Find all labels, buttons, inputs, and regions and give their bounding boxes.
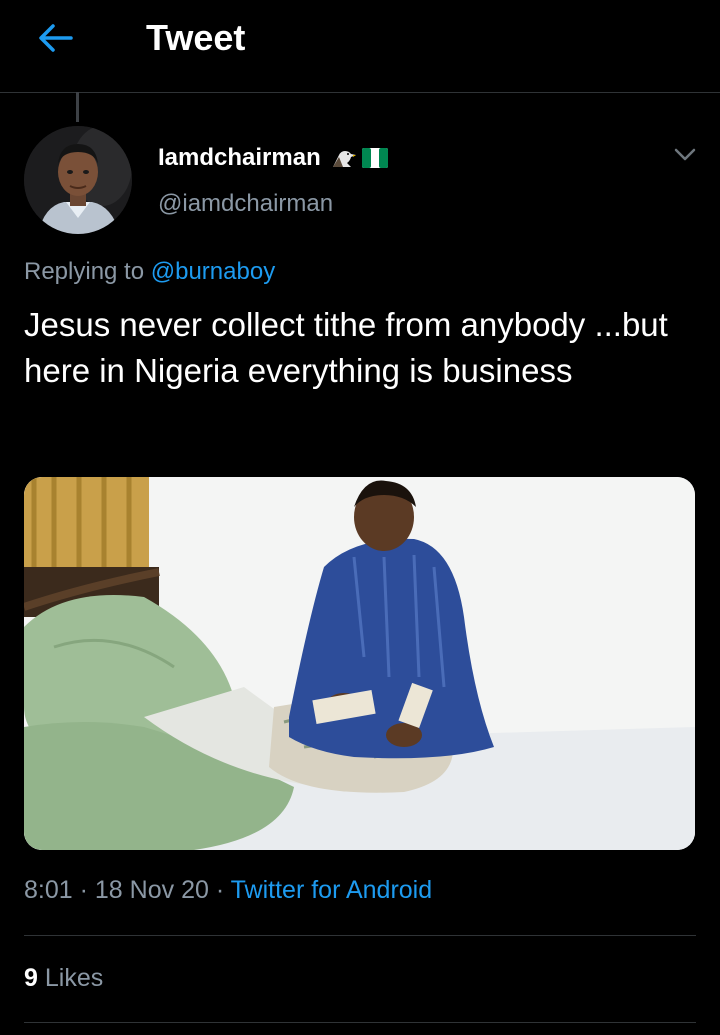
author-handle[interactable]: @iamdchairman (158, 190, 333, 218)
author-display-name[interactable]: Iamdchairman (158, 144, 321, 172)
tweet-timestamp: 8:01 · 18 Nov 20 · Twitter for Android (24, 876, 432, 905)
tweet-menu-button[interactable] (668, 140, 702, 170)
likes-stat[interactable]: 9 Likes (24, 964, 103, 993)
name-emojis (331, 147, 389, 169)
tweet-image-content (24, 477, 695, 850)
page-title: Tweet (146, 17, 246, 58)
avatar[interactable] (24, 126, 132, 234)
nigeria-flag-icon (361, 148, 388, 168)
tweet-image[interactable] (24, 477, 695, 850)
top-app-bar: Tweet (0, 0, 720, 93)
tweet-text: Jesus never collect tithe from anybody .… (24, 306, 668, 389)
avatar-photo (24, 126, 132, 234)
chevron-down-icon (674, 148, 696, 161)
tweet-source-link[interactable]: Twitter for Android (231, 876, 432, 904)
meta-separator: · (215, 876, 225, 904)
replying-to-mention[interactable]: @burnaboy (151, 258, 275, 285)
replying-to: Replying to @burnaboy (24, 258, 275, 286)
tweet-time: 8:01 (24, 876, 73, 904)
author-name-row: Iamdchairman (158, 142, 389, 174)
thread-connector-line (76, 92, 79, 122)
meta-separator: · (79, 876, 88, 904)
eagle-icon (332, 151, 356, 167)
likes-label: Likes (44, 964, 104, 992)
divider (24, 1022, 696, 1023)
replying-to-label: Replying to (24, 258, 145, 285)
back-button[interactable] (30, 18, 80, 58)
divider (24, 935, 696, 936)
arrow-left-icon (39, 24, 73, 52)
tweet-date: 18 Nov 20 (94, 876, 209, 904)
likes-count: 9 (24, 964, 38, 992)
